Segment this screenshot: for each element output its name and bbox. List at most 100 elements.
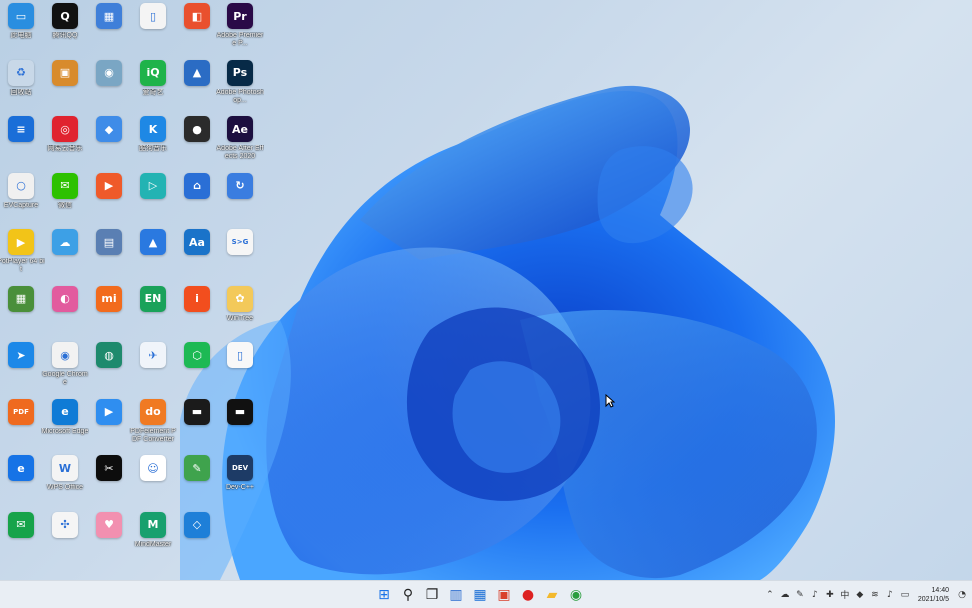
desktop-icon[interactable]: ◧	[175, 1, 219, 57]
app-icon: ♻	[8, 59, 34, 86]
app-icon: ◍	[96, 342, 122, 368]
desktop-icon[interactable]: DEV Dev-C++	[218, 453, 262, 509]
chrome-button[interactable]: ◉	[566, 585, 586, 605]
tray-icon[interactable]: ✚	[824, 588, 836, 602]
desktop-icon[interactable]: ≡	[0, 114, 43, 170]
search-button[interactable]: ⚲	[398, 585, 418, 605]
tray-icon[interactable]: ♪	[809, 588, 821, 602]
widgets-button[interactable]: ▥	[446, 585, 466, 605]
clock[interactable]: 14:40 2021/10/5	[918, 586, 949, 604]
app-icon: ✈	[140, 342, 166, 368]
desktop-icon[interactable]: ☁	[43, 227, 87, 283]
desktop-icon[interactable]: ◇	[175, 510, 219, 566]
desktop-icon[interactable]: ✎	[175, 453, 219, 509]
app-icon: ✿	[227, 285, 253, 312]
desktop-icon[interactable]: ◎ 网易云音乐	[43, 114, 87, 170]
file-explorer-button[interactable]: ▰	[542, 585, 562, 605]
desktop-icon[interactable]: ✉	[0, 510, 43, 566]
desktop-icon[interactable]: ▬	[218, 397, 262, 453]
notification-icon[interactable]: ◔	[956, 588, 968, 602]
tray-icon[interactable]: ⌃	[764, 588, 776, 602]
desktop-icon[interactable]: ▲	[175, 58, 219, 114]
desktop-icon[interactable]: ✂	[87, 453, 131, 509]
taskbar-app-red[interactable]: ▣	[494, 585, 514, 605]
desktop-icon[interactable]: ○ EVCapture	[0, 171, 43, 227]
app-icon: ◐	[52, 285, 78, 312]
tray-icon[interactable]: ♪	[884, 588, 896, 602]
tray-icon[interactable]: ▭	[899, 588, 911, 602]
desktop-icon[interactable]: ✈	[131, 340, 175, 396]
desktop-icon[interactable]: Aa	[175, 227, 219, 283]
desktop-icon[interactable]: Ae Adobe After Effects 2020	[216, 114, 264, 170]
desktop-icon-label: Adobe After Effects 2020	[216, 145, 264, 160]
desktop-icon[interactable]: ●	[175, 114, 219, 170]
desktop-icon[interactable]: ♥	[87, 510, 131, 566]
desktop-icon[interactable]: PDF	[0, 397, 43, 453]
tray-icon[interactable]: ◆	[854, 588, 866, 602]
store-button[interactable]: ▦	[470, 585, 490, 605]
desktop-icon[interactable]: M MindMaster	[131, 510, 175, 566]
desktop-icon[interactable]: ✣	[43, 510, 87, 566]
desktop-icon[interactable]: ▭ 此电脑	[0, 1, 43, 57]
start-button[interactable]: ⊞	[374, 585, 394, 605]
tray-icon[interactable]: ✎	[794, 588, 806, 602]
desktop-icon[interactable]: ▯	[218, 340, 262, 396]
desktop-icon[interactable]: Pr Adobe Premiere P...	[217, 1, 263, 57]
app-icon: ↻	[227, 172, 253, 199]
desktop-icon[interactable]: ▦	[87, 1, 131, 57]
desktop-icon[interactable]: iQ 爱奇艺	[131, 58, 175, 114]
tray-icon[interactable]: ☁	[779, 588, 791, 602]
app-icon: Ae	[227, 116, 253, 142]
desktop-icon[interactable]: e	[0, 453, 43, 509]
desktop-icon[interactable]: ◉	[87, 58, 131, 114]
desktop-icon[interactable]: ◍	[87, 340, 131, 396]
app-icon: ▷	[140, 172, 166, 199]
desktop-icon[interactable]: EN	[131, 284, 175, 340]
desktop-icon[interactable]: ⬡	[175, 340, 219, 396]
desktop-icon[interactable]: ♻ 回收站	[0, 58, 43, 114]
desktop-icon[interactable]: Ps Adobe Photoshop...	[216, 58, 264, 114]
desktop-icon[interactable]: i	[175, 284, 219, 340]
desktop-icon-label: WPS Office	[46, 484, 84, 491]
desktop-icon[interactable]: ▣	[43, 58, 87, 114]
app-icon: Pr	[227, 3, 253, 29]
desktop-icon-label: PotPlayer 64 bit	[0, 258, 45, 273]
clock-date: 2021/10/5	[917, 595, 949, 603]
desktop-icon[interactable]: S>G	[218, 227, 262, 283]
desktop-icon[interactable]: e Microsoft Edge	[42, 397, 88, 453]
desktop-icon[interactable]: ☺	[131, 453, 175, 509]
desktop-icon[interactable]: ▦	[0, 284, 43, 340]
desktop-icon[interactable]: ▶	[87, 397, 131, 453]
tray-icon[interactable]: 中	[839, 588, 851, 602]
desktop-icon[interactable]: W WPS Office	[43, 453, 87, 509]
desktop-icon[interactable]: ◆	[87, 114, 131, 170]
desktop-icon[interactable]: ◉ Google Chrome	[42, 340, 88, 396]
clock-time: 14:40	[931, 586, 949, 594]
taskbar: ⊞ ⚲ ❐ ▥ ▦ ▣ ● ▰ ◉ ⌃ ☁ ✎ ♪ ✚ 中 ◆ ≋ ♪ ▭ 14:40 2021/10/5 ◔	[0, 580, 972, 608]
app-icon: ✎	[184, 455, 210, 481]
desktop-icon[interactable]: ✉ 微信	[43, 171, 87, 227]
desktop-icon[interactable]: ✿ WinTree	[218, 284, 262, 340]
desktop-icon[interactable]: ▷	[131, 171, 175, 227]
desktop-icon[interactable]: ▶ PotPlayer 64 bit	[0, 227, 45, 283]
desktop-icon-label: PDFelement PDF Converter	[130, 427, 176, 443]
task-view-button[interactable]: ❐	[422, 585, 442, 605]
desktop-icon[interactable]: ▬	[175, 397, 219, 453]
desktop-icon[interactable]: ▯	[131, 1, 175, 57]
desktop-icon[interactable]: ↻	[218, 171, 262, 227]
desktop-icon[interactable]: ⌂	[175, 171, 219, 227]
taskbar-app-record[interactable]: ●	[518, 585, 538, 605]
tray-icon[interactable]: ≋	[869, 588, 881, 602]
desktop-icon[interactable]: Q 腾讯QQ	[43, 1, 87, 57]
desktop-icon[interactable]: K 酷狗音乐	[131, 114, 175, 170]
desktop-icon[interactable]: ▶	[87, 171, 131, 227]
app-icon: ▶	[8, 229, 34, 255]
desktop-icon[interactable]: ➤	[0, 340, 43, 396]
desktop-icon[interactable]: ▲	[131, 227, 175, 283]
desktop-icon[interactable]: ▤	[87, 227, 131, 283]
app-icon: Q	[52, 3, 78, 29]
desktop-icon[interactable]: ◐	[43, 284, 87, 340]
desktop-icon[interactable]: mi	[87, 284, 131, 340]
desktop-icon[interactable]: do PDFelement PDF Converter	[130, 397, 176, 453]
app-icon: ◉	[52, 342, 78, 368]
